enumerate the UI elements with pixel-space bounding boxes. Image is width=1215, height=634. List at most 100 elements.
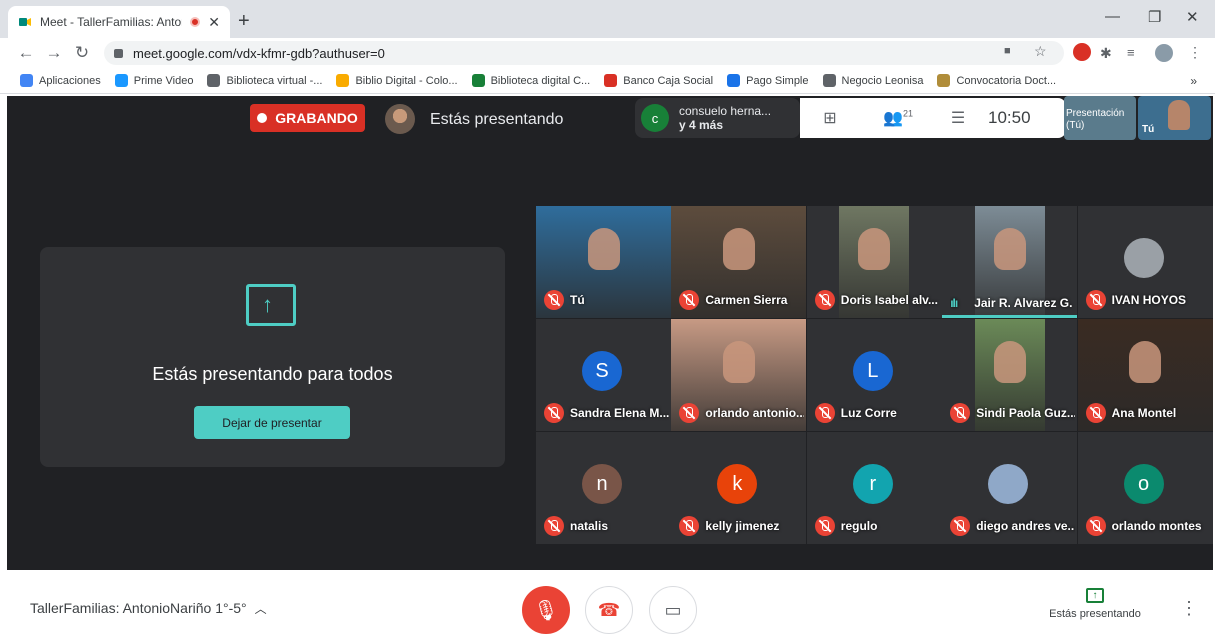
present-now-button[interactable]: ↑ Estás presentando	[1040, 588, 1150, 620]
participant-face	[722, 228, 755, 270]
participant-name: Sindi Paola Guz...	[976, 406, 1076, 420]
participant-name: kelly jimenez	[705, 519, 780, 533]
recording-label: GRABANDO	[275, 110, 358, 126]
meet-top-bar: GRABANDO Estás presentando c consuelo he…	[7, 96, 1213, 142]
self-video	[1168, 100, 1190, 130]
bookmark-item[interactable]: Prime Video	[114, 74, 194, 87]
bookmark-item[interactable]: Aplicaciones	[20, 74, 101, 87]
participant-name: Sandra Elena M...	[570, 406, 669, 420]
bookmark-label: Aplicaciones	[39, 74, 101, 87]
participant-tile[interactable]: o orlando montes	[1077, 432, 1213, 544]
participant-tile[interactable]: Tú	[536, 206, 671, 318]
bookmarks-more-icon[interactable]: »	[1190, 74, 1197, 88]
mic-off-icon	[1085, 403, 1106, 423]
participant-name-row: orlando antonio...	[679, 403, 804, 423]
reload-icon[interactable]: ↻	[68, 43, 96, 63]
chat-icon[interactable]: ☰	[946, 108, 970, 128]
participant-tile[interactable]: Doris Isabel alv...	[806, 206, 942, 318]
participant-name-row: Sandra Elena M...	[544, 403, 669, 423]
address-bar[interactable]: meet.google.com/vdx-kfmr-gdb?authuser=0 …	[104, 41, 1064, 65]
present-label: Estás presentando	[1049, 608, 1141, 620]
card-title: Estás presentando para todos	[152, 364, 393, 384]
camera-toggle-button[interactable]: ▭	[649, 586, 697, 634]
participant-tile[interactable]: L Luz Corre	[806, 319, 942, 431]
mic-off-icon	[544, 403, 564, 423]
puzzle-icon[interactable]: ✱	[1100, 45, 1118, 63]
bookmark-label: Negocio Leonisa	[841, 74, 924, 87]
payment-icon	[727, 74, 741, 87]
participant-tile[interactable]: S Sandra Elena M...	[536, 319, 671, 431]
self-thumbnail[interactable]: Tú	[1138, 96, 1211, 140]
back-icon[interactable]: ←	[12, 43, 40, 63]
participant-name: orlando antonio...	[705, 406, 805, 420]
participant-tile[interactable]: IVAN HOYOS	[1077, 206, 1213, 318]
minimize-icon[interactable]: —	[1105, 8, 1120, 25]
avatar	[988, 464, 1029, 504]
new-tab-button[interactable]: +	[238, 10, 250, 33]
forward-icon[interactable]: →	[40, 43, 68, 63]
participant-name: IVAN HOYOS	[1111, 293, 1187, 307]
people-icon[interactable]: 👥21	[878, 108, 918, 128]
mic-off-icon	[814, 290, 835, 310]
participant-tile[interactable]: ıIı Jair R. Alvarez G.	[942, 206, 1078, 318]
bookmark-label: Biblio Digital - Colo...	[355, 74, 458, 87]
bookmarks-bar: Aplicaciones Prime Video Biblioteca virtua…	[0, 68, 1215, 94]
participant-name-row: Luz Corre	[814, 403, 940, 423]
more-options-icon[interactable]: ⋮	[1180, 598, 1198, 619]
mic-off-icon	[950, 403, 971, 423]
participant-name-row: ıIı Jair R. Alvarez G.	[950, 296, 1075, 310]
participant-tile[interactable]: Ana Montel	[1077, 319, 1213, 431]
bookmark-item[interactable]: Pago Simple	[727, 74, 809, 87]
participant-name: diego andres ve...	[976, 519, 1076, 533]
participant-tile[interactable]: r regulo	[806, 432, 942, 544]
browser-tab[interactable]: Meet - TallerFamilias: Antoni ✕	[8, 6, 230, 38]
participants-chip-line1: consuelo herna...	[679, 104, 772, 118]
avatar-initial: r	[852, 464, 893, 504]
meeting-details[interactable]: TallerFamilias: AntonioNariño 1°-5° ︿	[30, 600, 267, 617]
bookmark-label: Banco Caja Social	[623, 74, 714, 87]
tab-title: Meet - TallerFamilias: Antoni	[40, 15, 183, 29]
bookmark-item[interactable]: Biblioteca digital C...	[471, 74, 590, 87]
avatar-initial: n	[582, 464, 622, 504]
participant-tile[interactable]: orlando antonio...	[671, 319, 807, 431]
meeting-info-bar: ⊞ 👥21 ☰ 10:50	[800, 98, 1066, 138]
bookmark-item[interactable]: Biblio Digital - Colo...	[336, 74, 458, 87]
mic-toggle-button[interactable]: 🎙︎	[522, 586, 570, 634]
layout-icon[interactable]: ⊞	[818, 108, 842, 128]
participant-tile[interactable]: Carmen Sierra	[671, 206, 807, 318]
restore-icon[interactable]: ❐	[1148, 8, 1161, 26]
camera-icon[interactable]: ■	[1004, 45, 1011, 57]
participant-name-row: diego andres ve...	[950, 516, 1075, 536]
extension-icon[interactable]	[1073, 43, 1091, 61]
participant-tile[interactable]: Sindi Paola Guz...	[942, 319, 1078, 431]
leave-call-button[interactable]: ☎	[585, 586, 633, 634]
bookmark-label: Convocatoria Doct...	[956, 74, 1057, 87]
participant-tile[interactable]: k kelly jimenez	[671, 432, 807, 544]
presentation-thumbnail[interactable]: Presentación (Tú)	[1064, 96, 1136, 140]
menu-icon[interactable]: ⋮	[1188, 44, 1206, 62]
participant-tile[interactable]: n natalis	[536, 432, 671, 544]
bookmark-item[interactable]: Negocio Leonisa	[822, 74, 924, 87]
profile-avatar[interactable]	[1155, 44, 1173, 62]
participant-face	[993, 341, 1026, 383]
chevron-up-icon: ︿	[254, 602, 267, 616]
present-icon: ↑	[1086, 588, 1104, 603]
participants-chip[interactable]: c consuelo herna... y 4 más	[635, 98, 800, 138]
bookmark-item[interactable]: Banco Caja Social	[604, 74, 713, 87]
queue-icon[interactable]: ≡	[1127, 45, 1145, 63]
mic-off-icon	[679, 290, 700, 310]
hang-up-icon: ☎	[597, 599, 621, 620]
close-tab-icon[interactable]: ✕	[208, 14, 220, 31]
close-window-icon[interactable]: ✕	[1186, 8, 1199, 26]
tab-strip: Meet - TallerFamilias: Antoni ✕ + — ❐ ✕	[0, 0, 1215, 38]
bookmark-item[interactable]: Convocatoria Doct...	[937, 74, 1056, 87]
participant-tile[interactable]: diego andres ve...	[942, 432, 1078, 544]
avatar	[385, 104, 415, 134]
bookmark-item[interactable]: Biblioteca virtual -...	[207, 74, 322, 87]
clock-time: 10:50	[988, 108, 1031, 127]
presenting-card: ↑ Estás presentando para todos Dejar de …	[40, 247, 505, 467]
stop-presenting-button[interactable]: Dejar de presentar	[194, 406, 350, 439]
star-icon[interactable]: ☆	[1034, 43, 1047, 60]
shield-icon	[937, 74, 951, 87]
bookmark-label: Prime Video	[133, 74, 194, 87]
